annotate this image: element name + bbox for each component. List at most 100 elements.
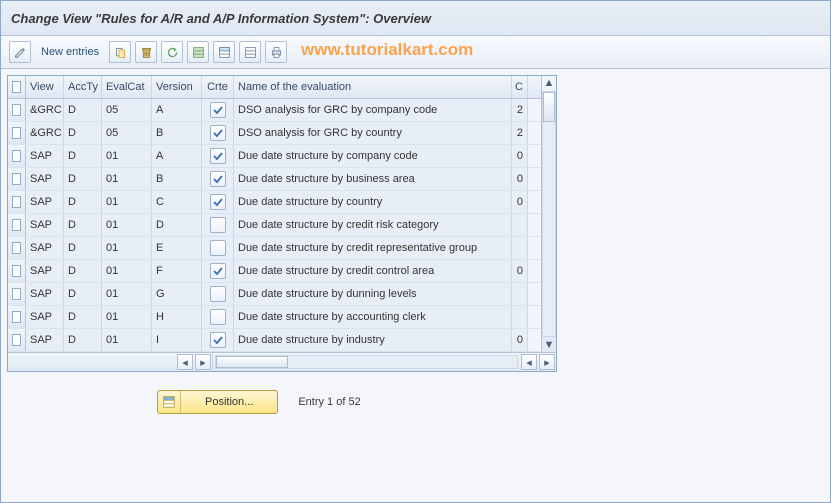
cell-evalcat[interactable]: 01 [102, 306, 152, 328]
col-header-view[interactable]: View [26, 76, 64, 98]
table-row[interactable]: SAPD01FDue date structure by credit cont… [8, 260, 541, 283]
hscroll-thumb[interactable] [216, 356, 288, 368]
select-all-button[interactable] [187, 41, 209, 63]
col-header-accty[interactable]: AccTy [64, 76, 102, 98]
vertical-scrollbar[interactable]: ▲ ▼ [541, 76, 556, 352]
cell-c[interactable] [512, 237, 528, 259]
cell-evalcat[interactable]: 01 [102, 329, 152, 351]
cell-accty[interactable]: D [64, 329, 102, 351]
cell-version[interactable]: A [152, 99, 202, 121]
row-selector[interactable] [8, 99, 26, 121]
cell-view[interactable]: SAP [26, 260, 64, 282]
cell-evalcat[interactable]: 01 [102, 191, 152, 213]
cell-name[interactable]: Due date structure by credit risk catego… [234, 214, 512, 236]
deselect-all-button[interactable] [239, 41, 261, 63]
row-selector[interactable] [8, 329, 26, 351]
cell-accty[interactable]: D [64, 145, 102, 167]
hscroll-left-button[interactable]: ◂ [521, 354, 537, 370]
table-row[interactable]: SAPD01I Due date structure by industry0 [8, 329, 541, 352]
col-header-evalcat[interactable]: EvalCat [102, 76, 152, 98]
cell-view[interactable]: SAP [26, 329, 64, 351]
col-header-name[interactable]: Name of the evaluation [234, 76, 512, 98]
row-selector[interactable] [8, 283, 26, 305]
delete-button[interactable] [135, 41, 157, 63]
cell-evalcat[interactable]: 01 [102, 168, 152, 190]
cell-evalcat[interactable]: 01 [102, 237, 152, 259]
cell-accty[interactable]: D [64, 283, 102, 305]
cell-name[interactable]: Due date structure by industry [234, 329, 512, 351]
row-selector[interactable] [8, 237, 26, 259]
cell-accty[interactable]: D [64, 306, 102, 328]
cell-version[interactable]: B [152, 122, 202, 144]
crte-checkbox[interactable] [210, 240, 226, 256]
cell-version[interactable]: D [152, 214, 202, 236]
cell-version[interactable]: C [152, 191, 202, 213]
select-all-rows-button[interactable] [8, 76, 26, 98]
cell-version[interactable]: F [152, 260, 202, 282]
cell-view[interactable]: SAP [26, 168, 64, 190]
cell-accty[interactable]: D [64, 260, 102, 282]
table-row[interactable]: SAPD01GDue date structure by dunning lev… [8, 283, 541, 306]
cell-c[interactable]: 0 [512, 260, 528, 282]
cell-c[interactable]: 2 [512, 122, 528, 144]
row-selector[interactable] [8, 260, 26, 282]
row-selector[interactable] [8, 306, 26, 328]
cell-view[interactable]: SAP [26, 145, 64, 167]
cell-version[interactable]: G [152, 283, 202, 305]
scroll-down-button[interactable]: ▼ [543, 339, 555, 351]
print-button[interactable] [265, 41, 287, 63]
row-selector[interactable] [8, 191, 26, 213]
copy-as-button[interactable] [109, 41, 131, 63]
cell-c[interactable]: 2 [512, 99, 528, 121]
table-row[interactable]: SAPD01CDue date structure by country0 [8, 191, 541, 214]
col-header-crte[interactable]: Crte [202, 76, 234, 98]
cell-c[interactable]: 0 [512, 168, 528, 190]
cell-view[interactable]: SAP [26, 214, 64, 236]
cell-name[interactable]: DSO analysis for GRC by country [234, 122, 512, 144]
cell-c[interactable]: 0 [512, 329, 528, 351]
cell-accty[interactable]: D [64, 237, 102, 259]
hscroll-right-button-fixed[interactable]: ▸ [195, 354, 211, 370]
col-header-c[interactable]: C [512, 76, 528, 98]
cell-c[interactable] [512, 214, 528, 236]
cell-name[interactable]: Due date structure by company code [234, 145, 512, 167]
crte-checkbox[interactable] [210, 148, 226, 164]
cell-accty[interactable]: D [64, 214, 102, 236]
cell-version[interactable]: E [152, 237, 202, 259]
row-selector[interactable] [8, 122, 26, 144]
cell-version[interactable]: A [152, 145, 202, 167]
table-row[interactable]: &GRCD05BDSO analysis for GRC by country2 [8, 122, 541, 145]
crte-checkbox[interactable] [210, 194, 226, 210]
cell-version[interactable]: I [152, 329, 202, 351]
cell-evalcat[interactable]: 05 [102, 99, 152, 121]
cell-evalcat[interactable]: 01 [102, 145, 152, 167]
cell-view[interactable]: &GRC [26, 122, 64, 144]
hscroll-right-button[interactable]: ▸ [539, 354, 555, 370]
cell-evalcat[interactable]: 01 [102, 260, 152, 282]
cell-name[interactable]: DSO analysis for GRC by company code [234, 99, 512, 121]
cell-view[interactable]: SAP [26, 191, 64, 213]
crte-checkbox[interactable] [210, 286, 226, 302]
cell-evalcat[interactable]: 01 [102, 283, 152, 305]
table-row[interactable]: SAPD01A Due date structure by company cod… [8, 145, 541, 168]
table-row[interactable]: &GRCD05ADSO analysis for GRC by company … [8, 99, 541, 122]
cell-c[interactable] [512, 283, 528, 305]
crte-checkbox[interactable] [210, 125, 226, 141]
crte-checkbox[interactable] [210, 102, 226, 118]
cell-name[interactable]: Due date structure by country [234, 191, 512, 213]
crte-checkbox[interactable] [210, 309, 226, 325]
cell-c[interactable]: 0 [512, 145, 528, 167]
cell-view[interactable]: SAP [26, 283, 64, 305]
cell-view[interactable]: SAP [26, 237, 64, 259]
new-entries-button[interactable]: New entries [35, 42, 105, 62]
cell-evalcat[interactable]: 05 [102, 122, 152, 144]
select-block-button[interactable] [213, 41, 235, 63]
position-button[interactable]: Position... [157, 390, 278, 414]
crte-checkbox[interactable] [210, 217, 226, 233]
cell-name[interactable]: Due date structure by credit representat… [234, 237, 512, 259]
table-row[interactable]: SAPD01HDue date structure by accounting … [8, 306, 541, 329]
cell-accty[interactable]: D [64, 99, 102, 121]
cell-c[interactable]: 0 [512, 191, 528, 213]
cell-name[interactable]: Due date structure by business area [234, 168, 512, 190]
cell-name[interactable]: Due date structure by accounting clerk [234, 306, 512, 328]
